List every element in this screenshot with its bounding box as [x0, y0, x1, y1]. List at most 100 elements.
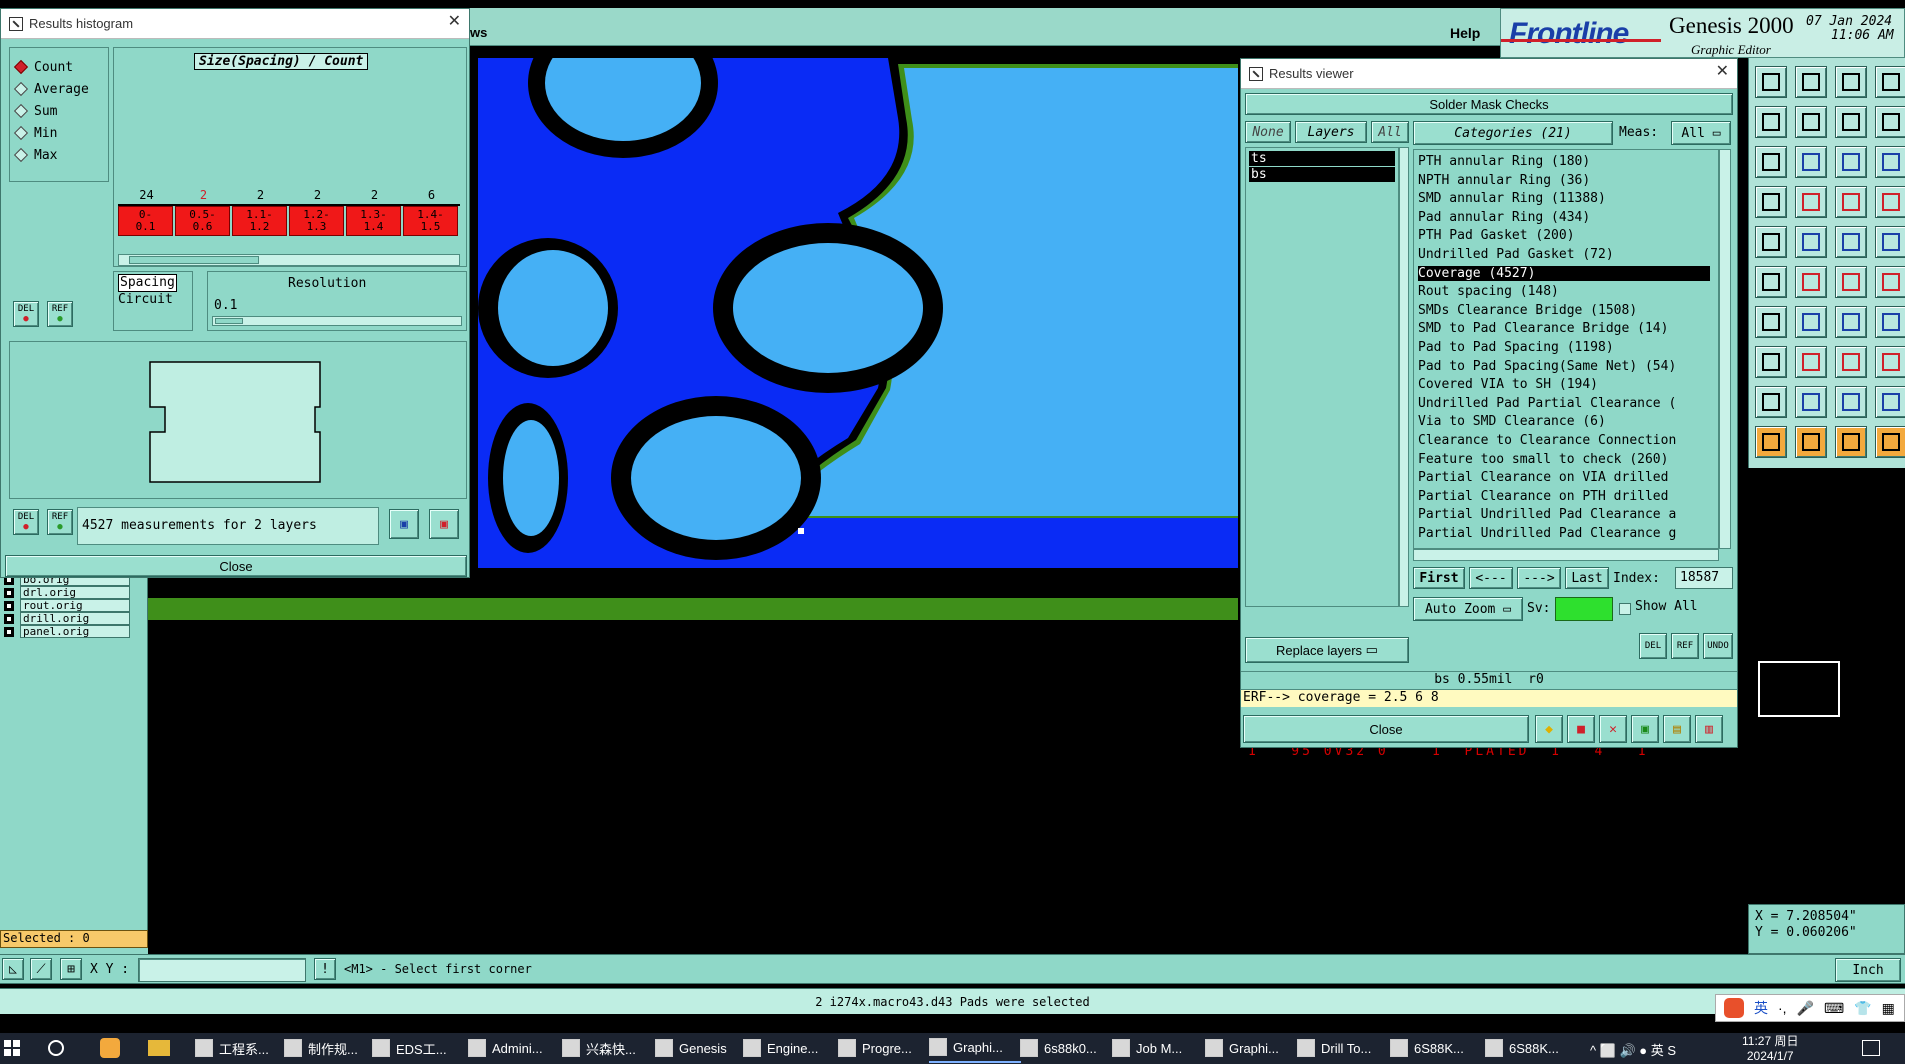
camera-icon[interactable]: [1755, 226, 1787, 258]
viewer-titlebar[interactable]: Results viewer ✕: [1241, 59, 1737, 89]
favorites-icon[interactable]: [100, 1038, 120, 1058]
layer-checkbox[interactable]: [4, 626, 14, 637]
viewer-close-button[interactable]: Close: [1243, 715, 1529, 743]
shirt-icon[interactable]: 👕: [1854, 1000, 1871, 1017]
step-icon[interactable]: ▣: [1631, 715, 1659, 743]
category-item[interactable]: Undrilled Pad Partial Clearance (: [1418, 396, 1676, 411]
notes-icon[interactable]: ▤: [1663, 715, 1691, 743]
viewer-ref-button[interactable]: REF: [1671, 633, 1699, 659]
category-item[interactable]: SMD annular Ring (11388): [1418, 191, 1606, 206]
meas-dropdown[interactable]: All ▭: [1671, 121, 1731, 145]
index-input[interactable]: 18587: [1675, 567, 1733, 589]
category-item[interactable]: Partial Clearance on VIA drilled: [1418, 470, 1668, 485]
report-icon[interactable]: ▣: [429, 509, 459, 539]
category-item[interactable]: NPTH annular Ring (36): [1418, 173, 1590, 188]
category-item[interactable]: Partial Undrilled Pad Clearance a: [1418, 507, 1676, 522]
taskbar-item[interactable]: Admini...: [468, 1033, 560, 1063]
category-item[interactable]: PTH Pad Gasket (200): [1418, 228, 1575, 243]
histogram-close-button[interactable]: Close: [5, 555, 467, 577]
category-item[interactable]: Covered VIA to SH (194): [1418, 377, 1598, 392]
home-icon[interactable]: [1835, 66, 1867, 98]
cross-icon[interactable]: ✕: [1599, 715, 1627, 743]
category-item[interactable]: Via to SMD Clearance (6): [1418, 414, 1606, 429]
layers-all-button[interactable]: All: [1371, 121, 1409, 143]
category-item[interactable]: PTH annular Ring (180): [1418, 154, 1590, 169]
open-icon[interactable]: [1755, 66, 1787, 98]
layer-checkbox[interactable]: [4, 613, 14, 624]
del-button[interactable]: DEL ●: [13, 301, 39, 327]
search-icon[interactable]: [48, 1040, 64, 1056]
chart-scrollbar[interactable]: [118, 254, 460, 266]
taskbar-item[interactable]: Engine...: [743, 1033, 835, 1063]
route-icon[interactable]: [1875, 186, 1905, 218]
category-hscroll[interactable]: [1413, 549, 1719, 561]
mini-map[interactable]: [1748, 468, 1905, 904]
line-icon[interactable]: [1835, 266, 1867, 298]
notification-icon[interactable]: [1862, 1040, 1880, 1056]
measure-tool-icon[interactable]: ⟋: [30, 958, 52, 980]
minus-icon[interactable]: [1795, 346, 1827, 378]
grid-icon[interactable]: [1795, 186, 1827, 218]
ref-button-2[interactable]: REF ●: [47, 509, 73, 535]
taskbar-item[interactable]: 兴森快...: [562, 1033, 654, 1063]
dimension-icon[interactable]: [1835, 346, 1867, 378]
bin-cell[interactable]: 1.2- 1.3: [289, 206, 344, 236]
window-icon[interactable]: [1875, 66, 1905, 98]
zoom-icon[interactable]: [1795, 146, 1827, 178]
category-item[interactable]: SMDs Clearance Bridge (1508): [1418, 303, 1637, 318]
folder-icon[interactable]: [148, 1040, 170, 1056]
xy-input[interactable]: [138, 958, 306, 982]
layer-row[interactable]: drl.orig: [0, 586, 147, 599]
taskbar-item[interactable]: Job M...: [1112, 1033, 1204, 1063]
taskbar-item[interactable]: Genesis: [655, 1033, 747, 1063]
category-list[interactable]: Spacing Circuit: [113, 271, 193, 331]
bin-cell[interactable]: 1.4- 1.5: [403, 206, 458, 236]
start-button[interactable]: [4, 1040, 20, 1056]
layer-checkbox[interactable]: [4, 600, 14, 611]
angle-icon[interactable]: [1755, 306, 1787, 338]
taskbar-item[interactable]: 6S88K...: [1485, 1033, 1577, 1063]
taskbar-item[interactable]: Drill To...: [1297, 1033, 1389, 1063]
bin-cell[interactable]: 1.3- 1.4: [346, 206, 401, 236]
viewer-layer-item[interactable]: ts: [1249, 151, 1395, 166]
next-icon[interactable]: [1795, 106, 1827, 138]
pointer-icon[interactable]: [1795, 426, 1827, 458]
ime-lang[interactable]: 英: [1754, 998, 1768, 1018]
category-item[interactable]: Pad to Pad Spacing(Same Net) (54): [1418, 359, 1676, 374]
taskbar-item[interactable]: Graphi...: [1205, 1033, 1297, 1063]
category-item[interactable]: Partial Clearance on PTH drilled: [1418, 489, 1668, 504]
cursor-icon[interactable]: [1835, 426, 1867, 458]
option-count[interactable]: Count: [13, 56, 102, 78]
trace-icon[interactable]: [1795, 386, 1827, 418]
layers-tab[interactable]: Layers: [1295, 121, 1367, 143]
menu-help[interactable]: Help: [1450, 25, 1480, 41]
circle-icon[interactable]: [1875, 266, 1905, 298]
viewer-undo-button[interactable]: UNDO: [1703, 633, 1733, 659]
option-average[interactable]: Average: [13, 78, 102, 100]
taskbar-item[interactable]: 工程系...: [195, 1033, 287, 1063]
last-button[interactable]: Last: [1565, 567, 1609, 589]
taskbar-item[interactable]: 6S88K...: [1390, 1033, 1482, 1063]
layer-select-list[interactable]: ts bs: [1245, 147, 1399, 607]
bin-cell[interactable]: 0.5- 0.6: [175, 206, 230, 236]
snap-icon[interactable]: [1835, 186, 1867, 218]
taskbar-item[interactable]: Graphi...: [929, 1033, 1021, 1063]
replace-layers-dropdown[interactable]: Replace layers ▭: [1245, 637, 1409, 663]
show-all-checkbox[interactable]: [1619, 603, 1631, 615]
layer-list-scrollbar[interactable]: [1399, 147, 1409, 607]
category-item[interactable]: Feature too small to check (260): [1418, 452, 1668, 467]
category-item[interactable]: SMD to Pad Clearance Bridge (14): [1418, 321, 1668, 336]
option-max[interactable]: Max: [13, 144, 102, 166]
layer-row[interactable]: rout.orig: [0, 599, 147, 612]
punct-icon[interactable]: ·,: [1778, 1000, 1787, 1016]
category-item[interactable]: Pad to Pad Spacing (1198): [1418, 340, 1614, 355]
taskbar-item[interactable]: EDS工...: [372, 1033, 464, 1063]
category-item[interactable]: Circuit: [118, 292, 188, 308]
layer-row[interactable]: panel.orig: [0, 625, 147, 638]
category-item[interactable]: Undrilled Pad Gasket (72): [1418, 247, 1614, 262]
scale-icon[interactable]: [1835, 146, 1867, 178]
copy-icon[interactable]: [1875, 346, 1905, 378]
draw-icon[interactable]: [1755, 186, 1787, 218]
apps-icon[interactable]: ▦: [1882, 1000, 1895, 1017]
option-min[interactable]: Min: [13, 122, 102, 144]
